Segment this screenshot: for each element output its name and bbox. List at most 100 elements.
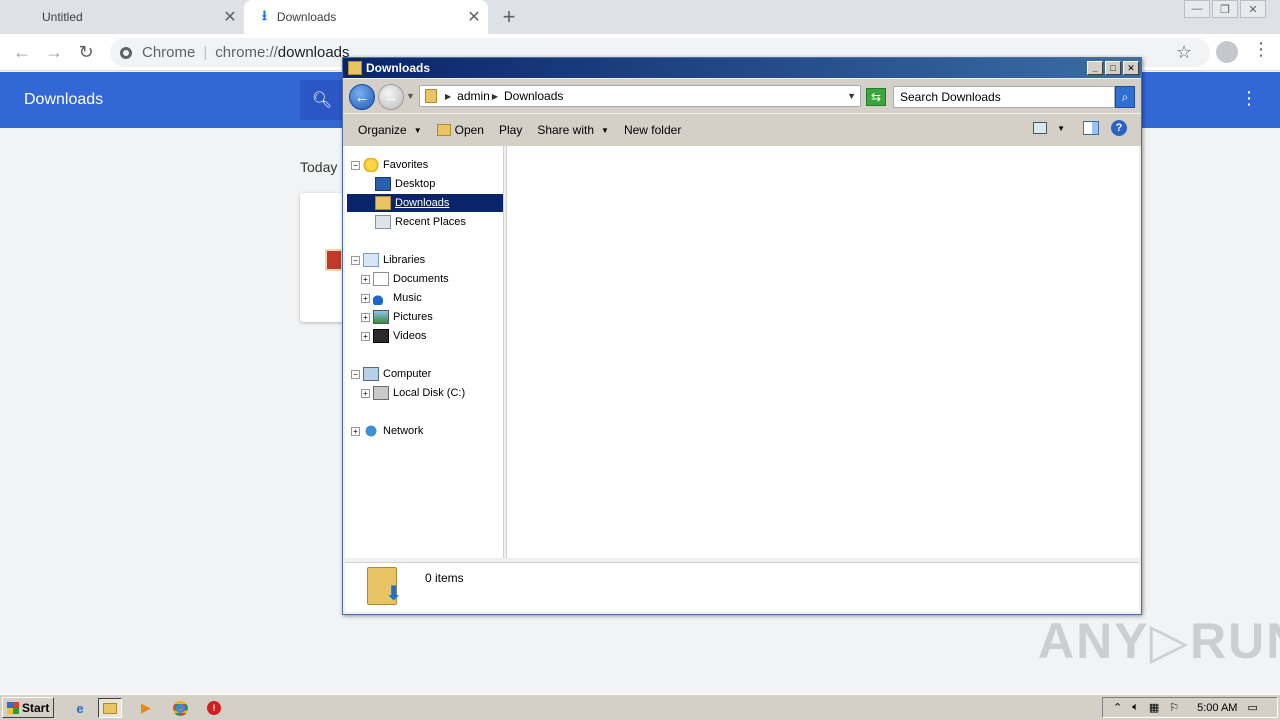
organize-button[interactable]: Organize ▼ (358, 123, 422, 137)
nav-item-libraries[interactable]: − Libraries (351, 251, 425, 269)
nav-item-label: Desktop (395, 178, 436, 190)
reload-icon[interactable]: ↻ (74, 41, 98, 65)
more-options-icon[interactable]: ⋮ (1240, 88, 1258, 109)
breadcrumb-label: admin (457, 89, 490, 103)
chrome-menu-icon[interactable]: ⋮ (1252, 39, 1270, 60)
forward-arrow-icon[interactable]: → (42, 41, 66, 65)
address-dropdown-icon[interactable]: ▼ (847, 91, 856, 101)
recent-pages-dropdown-icon[interactable]: ▼ (406, 91, 415, 101)
nav-item-documents[interactable]: + Documents (361, 270, 449, 288)
maximize-button[interactable]: □ (1105, 61, 1121, 75)
explorer-taskbar-icon[interactable] (98, 698, 122, 718)
downloads-folder-icon (375, 196, 391, 210)
item-count: 0 items (425, 571, 464, 585)
chevron-down-icon: ▼ (413, 125, 422, 135)
omnibox-scheme-label: Chrome (142, 44, 196, 61)
change-view-icon[interactable] (1033, 122, 1048, 134)
start-button[interactable]: Start (2, 697, 54, 718)
tab-untitled[interactable]: Untitled ✕ (0, 0, 244, 34)
organize-label: Organize (358, 123, 407, 137)
nav-item-downloads[interactable]: Downloads (347, 194, 503, 212)
new-folder-button[interactable]: New folder (624, 123, 681, 137)
date-section-label: Today (300, 159, 338, 175)
restore-button[interactable]: ❐ (1212, 0, 1238, 18)
expand-icon[interactable]: + (361, 312, 370, 322)
omnibox-separator: | (203, 44, 208, 61)
explorer-title: Downloads (366, 61, 431, 75)
media-player-icon[interactable]: ▶ (134, 698, 158, 718)
open-button[interactable]: Open (436, 123, 484, 137)
expand-icon[interactable]: + (361, 293, 370, 303)
view-options-dropdown-icon[interactable]: ▼ (1057, 124, 1065, 133)
system-tray: ⌃ 🔈︎ ▦ ⚐ 5:00 AM ▭ (1102, 697, 1278, 718)
tab-downloads[interactable]: ⭳ Downloads ✕ (244, 0, 488, 34)
expand-icon[interactable]: + (351, 426, 360, 436)
collapse-icon[interactable]: − (351, 160, 360, 170)
breadcrumb-arrow-icon[interactable]: ▶ (492, 92, 498, 101)
back-arrow-icon[interactable]: ← (349, 84, 375, 110)
network-icon (363, 424, 379, 438)
new-tab-button[interactable]: + (496, 4, 522, 30)
down-arrow-icon: ⬇ (385, 583, 402, 605)
help-icon[interactable]: ? (1111, 120, 1127, 136)
expand-icon[interactable]: + (361, 388, 370, 398)
videos-icon (373, 329, 389, 343)
search-icon[interactable]: ⌕ (1115, 86, 1135, 108)
show-desktop-icon[interactable]: ▭ (1247, 701, 1257, 714)
minimize-button[interactable]: _ (1087, 61, 1103, 75)
nav-item-pictures[interactable]: + Pictures (361, 308, 433, 326)
preview-pane-icon[interactable] (1083, 121, 1099, 135)
nav-item-network[interactable]: + Network (351, 422, 423, 440)
nav-item-local-disk[interactable]: + Local Disk (C:) (361, 384, 465, 402)
nav-item-computer[interactable]: − Computer (351, 365, 431, 383)
collapse-icon[interactable]: − (351, 255, 360, 265)
address-bar-row: ← → ▼ ▶ admin ▶ Downloads ▼ ⇆ Search Dow… (343, 79, 1141, 113)
file-list-area[interactable] (506, 146, 1139, 558)
search-input[interactable]: Search Downloads (893, 86, 1115, 108)
nav-item-recent-places[interactable]: Recent Places (375, 213, 466, 231)
expand-icon[interactable]: + (361, 331, 370, 341)
nav-item-desktop[interactable]: Desktop (375, 175, 501, 193)
windows-flag-icon (7, 701, 19, 714)
stop-icon[interactable]: ! (202, 698, 226, 718)
nav-item-favorites[interactable]: − Favorites (351, 156, 428, 174)
nav-item-music[interactable]: + Music (361, 289, 422, 307)
tab-close-icon[interactable]: ✕ (460, 7, 488, 27)
forward-arrow-icon[interactable]: → (378, 84, 404, 110)
collapse-icon[interactable]: − (351, 369, 360, 379)
tab-title: Untitled (42, 10, 83, 24)
volume-icon[interactable]: 🔈︎ (1132, 701, 1139, 714)
address-path[interactable]: ▶ admin ▶ Downloads ▼ (419, 85, 861, 107)
music-icon (373, 291, 389, 305)
nav-item-label: Documents (393, 273, 449, 285)
expand-icon[interactable]: + (361, 274, 370, 284)
play-label: Play (498, 123, 523, 137)
play-button[interactable]: Play (499, 123, 522, 137)
chevron-down-icon: ▼ (601, 125, 609, 135)
chrome-icon[interactable] (168, 698, 192, 718)
folder-icon (348, 61, 362, 75)
explorer-titlebar: Downloads _ □ ✕ (343, 58, 1141, 78)
bookmark-star-icon[interactable]: ☆ (1176, 42, 1192, 63)
search-icon[interactable]: 🔍︎ (300, 80, 344, 120)
clock[interactable]: 5:00 AM (1197, 702, 1237, 714)
back-arrow-icon[interactable]: ← (10, 41, 34, 65)
profile-avatar-icon[interactable] (1216, 41, 1238, 63)
action-center-flag-icon[interactable]: ⚐ (1169, 701, 1179, 714)
open-label: Open (454, 123, 484, 137)
open-folder-icon (436, 124, 451, 136)
network-status-icon[interactable]: ▦ (1149, 701, 1159, 714)
internet-explorer-icon[interactable]: e (68, 698, 92, 718)
tab-close-icon[interactable]: ✕ (216, 7, 244, 27)
downloads-folder-icon: ⬇ (367, 567, 402, 605)
breadcrumb-arrow-icon[interactable]: ▶ (445, 92, 451, 101)
breadcrumb-admin[interactable]: admin (457, 89, 490, 103)
close-button[interactable]: ✕ (1123, 61, 1139, 75)
show-hidden-icons-icon[interactable]: ⌃ (1113, 701, 1122, 714)
breadcrumb-downloads[interactable]: Downloads (504, 89, 563, 103)
close-button[interactable]: ✕ (1240, 0, 1266, 18)
refresh-icon[interactable]: ⇆ (866, 88, 886, 106)
minimize-button[interactable]: — (1184, 0, 1210, 18)
share-with-button[interactable]: Share with ▼ (537, 123, 609, 137)
nav-item-videos[interactable]: + Videos (361, 327, 426, 345)
